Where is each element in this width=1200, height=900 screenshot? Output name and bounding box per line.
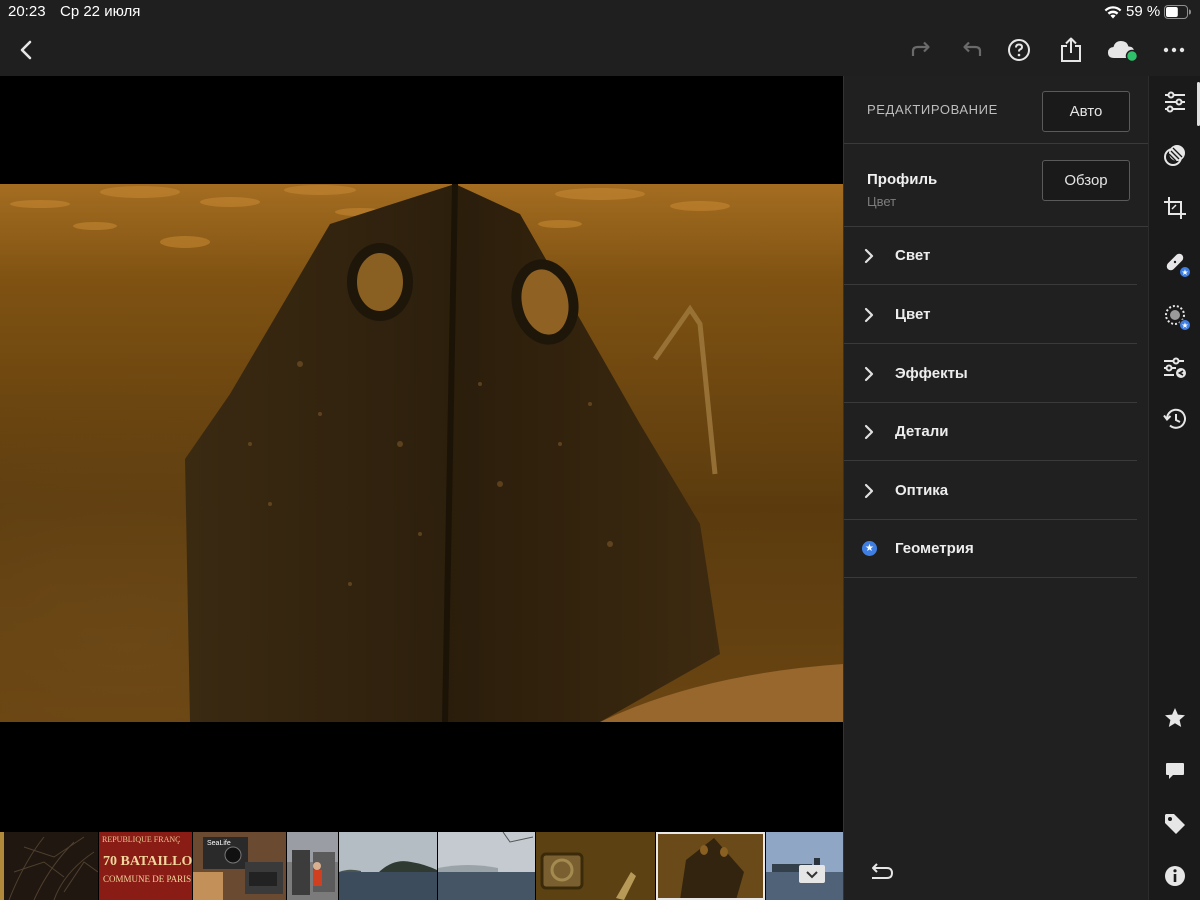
- main-photo[interactable]: [0, 184, 843, 722]
- share-icon[interactable]: [1055, 34, 1087, 66]
- section-label: Цвет: [895, 306, 931, 323]
- selective-icon[interactable]: ★: [1161, 301, 1191, 331]
- thumb-shipwreck-selected[interactable]: [656, 832, 765, 900]
- section-details[interactable]: Детали: [844, 403, 1137, 461]
- lake-town-image: [766, 832, 843, 900]
- thumb-sea-fog[interactable]: [438, 832, 535, 900]
- photo-canvas[interactable]: [0, 76, 843, 830]
- history-icon[interactable]: [1161, 405, 1189, 433]
- branches-image: [4, 832, 98, 900]
- chevron-right-icon: [864, 248, 874, 264]
- undo-icon[interactable]: [956, 34, 988, 66]
- sign-text-1: REPUBLIQUE FRANÇ: [102, 835, 181, 844]
- filmstrip: REPUBLIQUE FRANÇ 70 BATAILLO COMMUNE DE …: [0, 830, 843, 900]
- sign-text-3: COMMUNE DE PARIS: [103, 874, 192, 884]
- electronics-label: SeaLife: [207, 840, 231, 847]
- status-date: Ср 22 июля: [60, 3, 141, 20]
- edit-panel-title: РЕДАКТИРОВАНИЕ: [867, 102, 998, 117]
- profile-section: Профиль Цвет Обзор: [844, 144, 1148, 227]
- thumb-sign[interactable]: REPUBLIQUE FRANÇ 70 BATAILLO COMMUNE DE …: [99, 832, 192, 900]
- sign-text-2: 70 BATAILLO: [103, 854, 192, 869]
- presets-icon[interactable]: [1161, 354, 1189, 382]
- shipwreck-photo-image: [0, 184, 843, 722]
- reset-icon[interactable]: [868, 862, 894, 884]
- thumb-sea-island[interactable]: [339, 832, 437, 900]
- crop-icon[interactable]: [1161, 194, 1189, 222]
- battery-percent: 59 %: [1126, 3, 1161, 20]
- thumb-branches[interactable]: [4, 832, 98, 900]
- section-color[interactable]: Цвет: [844, 286, 1137, 344]
- section-label: Геометрия: [895, 540, 974, 557]
- chevron-right-icon: [864, 483, 874, 499]
- edit-panel: РЕДАКТИРОВАНИЕ Авто Профиль Цвет Обзор С…: [843, 76, 1148, 900]
- chevron-right-icon: [864, 424, 874, 440]
- thumb-electronics[interactable]: SeaLife: [193, 832, 286, 900]
- section-label: Оптика: [895, 482, 949, 499]
- edit-panel-header: РЕДАКТИРОВАНИЕ Авто: [844, 76, 1148, 144]
- sea-fog-image: [438, 832, 535, 900]
- healing-icon[interactable]: ★: [1161, 248, 1191, 278]
- thumb-person[interactable]: [287, 832, 338, 900]
- premium-badge-icon: ★: [1179, 319, 1191, 331]
- browse-profiles-button[interactable]: Обзор: [1042, 160, 1130, 201]
- profile-value: Цвет: [867, 194, 897, 209]
- tool-rail: ★ ★: [1148, 76, 1200, 900]
- person-image: [287, 832, 338, 900]
- masking-icon[interactable]: [1161, 141, 1189, 169]
- profile-label: Профиль: [867, 171, 938, 188]
- rating-star-icon[interactable]: [1161, 704, 1189, 732]
- more-icon[interactable]: [1158, 34, 1190, 66]
- section-light[interactable]: Свет: [844, 227, 1137, 285]
- section-geometry[interactable]: ★ Геометрия: [844, 520, 1137, 578]
- premium-star-icon: ★: [862, 541, 877, 556]
- thumb-underwater-machine[interactable]: [536, 832, 655, 900]
- back-icon[interactable]: [10, 34, 42, 66]
- tag-icon[interactable]: [1161, 810, 1189, 838]
- comment-icon[interactable]: [1161, 757, 1189, 785]
- section-label: Свет: [895, 247, 931, 264]
- section-label: Детали: [895, 423, 949, 440]
- section-effects[interactable]: Эффекты: [844, 345, 1137, 403]
- top-toolbar: [0, 24, 1200, 76]
- thumb-lake-town[interactable]: [766, 832, 843, 900]
- redo-icon[interactable]: [905, 34, 937, 66]
- sign-image: REPUBLIQUE FRANÇ 70 BATAILLO COMMUNE DE …: [99, 832, 192, 900]
- premium-badge-icon: ★: [1179, 266, 1191, 278]
- battery-icon: [1164, 5, 1191, 19]
- chevron-right-icon: [864, 307, 874, 323]
- chevron-right-icon: [864, 366, 874, 382]
- edit-sliders-icon[interactable]: [1161, 88, 1189, 116]
- wifi-icon: [1104, 6, 1122, 19]
- auto-button[interactable]: Авто: [1042, 91, 1130, 132]
- status-time: 20:23: [8, 3, 46, 20]
- section-optics[interactable]: Оптика: [844, 462, 1137, 520]
- shipwreck-thumb-image: [656, 832, 765, 900]
- section-label: Эффекты: [895, 365, 968, 382]
- sea-island-image: [339, 832, 437, 900]
- status-bar: 20:23 Ср 22 июля 59 %: [0, 0, 1200, 24]
- cloud-sync-icon[interactable]: [1105, 34, 1141, 66]
- info-icon[interactable]: [1161, 862, 1189, 890]
- underwater-machine-image: [536, 832, 655, 900]
- help-icon[interactable]: [1003, 34, 1035, 66]
